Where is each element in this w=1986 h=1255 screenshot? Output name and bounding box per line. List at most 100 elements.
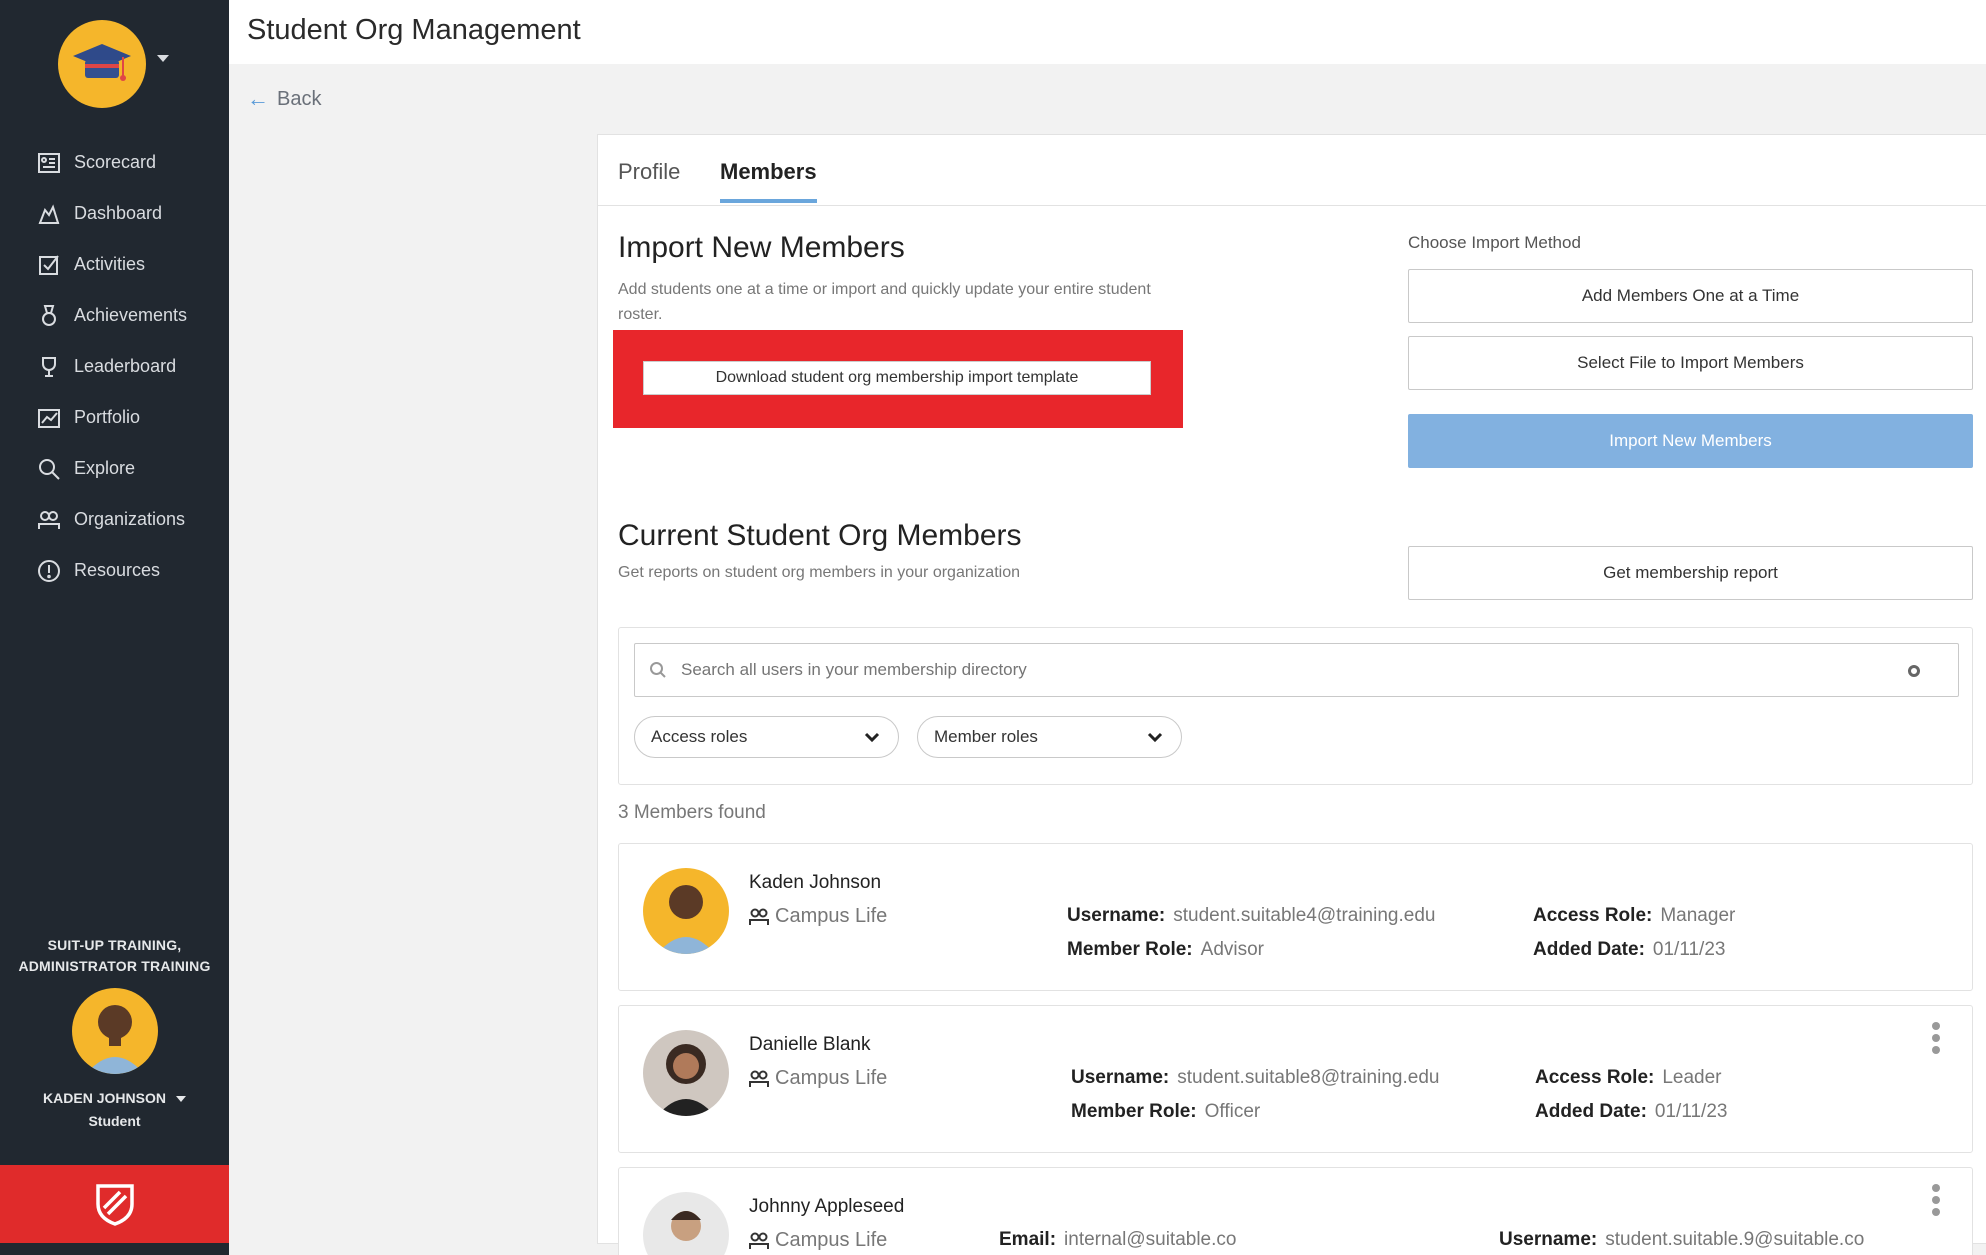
member-org-name: Campus Life bbox=[775, 1067, 888, 1089]
field-value: Manager bbox=[1660, 905, 1736, 926]
search-field[interactable] bbox=[634, 643, 1959, 697]
sidebar-item-label: Portfolio bbox=[74, 407, 141, 427]
scorecard-icon bbox=[36, 150, 62, 176]
sidebar-item-label: Resources bbox=[74, 560, 161, 580]
add-one-button[interactable]: Add Members One at a Time bbox=[1408, 269, 1973, 323]
user-avatar[interactable] bbox=[72, 988, 158, 1074]
member-org-name: Campus Life bbox=[775, 1229, 888, 1251]
select-file-button[interactable]: Select File to Import Members bbox=[1408, 336, 1973, 390]
field-label: Username: bbox=[1499, 1229, 1598, 1250]
import-title: Import New Members bbox=[618, 231, 905, 264]
explore-icon bbox=[36, 456, 62, 482]
back-link[interactable]: ← Back bbox=[247, 86, 321, 112]
sidebar-item-organizations[interactable]: Organizations bbox=[0, 494, 229, 545]
sidebar-item-resources[interactable]: Resources bbox=[0, 545, 229, 596]
member-field: Access Role: Manager bbox=[1533, 905, 1735, 927]
sidebar-item-achievements[interactable]: Achievements bbox=[0, 290, 229, 341]
shield-icon bbox=[95, 1184, 134, 1226]
field-label: Username: bbox=[1067, 905, 1166, 926]
sidebar-item-label: Explore bbox=[74, 458, 136, 478]
field-value: Leader bbox=[1662, 1067, 1722, 1088]
resources-icon bbox=[36, 558, 62, 584]
sidebar-item-activities[interactable]: Activities bbox=[0, 239, 229, 290]
field-label: Added Date: bbox=[1535, 1101, 1647, 1122]
achievements-icon bbox=[36, 303, 62, 329]
graduation-cap-icon bbox=[73, 44, 131, 81]
portfolio-icon bbox=[36, 405, 62, 431]
sidebar-item-label: Scorecard bbox=[74, 152, 157, 172]
member-field: Member Role: Officer bbox=[1071, 1101, 1260, 1123]
field-value: Officer bbox=[1204, 1101, 1261, 1122]
member-card[interactable]: Johnny Appleseed Campus Life Email: inter… bbox=[618, 1167, 1973, 1255]
main-panel: Profile Members Import New Members Add s… bbox=[597, 134, 1986, 1255]
field-value: 01/11/23 bbox=[1654, 1101, 1728, 1122]
group-icon bbox=[749, 908, 769, 925]
current-members-subtitle: Get reports on student org members in yo… bbox=[618, 564, 1020, 581]
sidebar: Scorecard Dashboard Activities Achieveme… bbox=[0, 0, 229, 1255]
user-portrait bbox=[86, 1005, 144, 1074]
sidebar-org: SUIT-UP TRAINING, ADMINISTRATOR TRAINING bbox=[0, 935, 229, 977]
sidebar-footer[interactable] bbox=[0, 1165, 229, 1243]
tab-profile[interactable]: Profile bbox=[618, 159, 680, 199]
search-settings-icon[interactable] bbox=[1908, 665, 1920, 677]
group-icon bbox=[749, 1070, 769, 1087]
members-found-count: 3 Members found bbox=[618, 802, 766, 823]
sidebar-item-leaderboard[interactable]: Leaderboard bbox=[0, 341, 229, 392]
filter-box: Access roles Member roles bbox=[618, 627, 1973, 785]
member-card[interactable]: Danielle Blank Campus Life Username: stud… bbox=[618, 1005, 1973, 1153]
member-field: Username: student.suitable.9@suitable.co bbox=[1499, 1229, 1864, 1251]
sidebar-item-label: Dashboard bbox=[74, 203, 163, 223]
tab-members[interactable]: Members bbox=[720, 159, 817, 203]
member-avatar bbox=[643, 868, 729, 954]
field-value: 01/11/23 bbox=[1652, 939, 1726, 960]
more-options-icon[interactable] bbox=[1932, 1184, 1940, 1220]
user-menu[interactable]: KADEN JOHNSON bbox=[0, 1090, 229, 1106]
member-avatar bbox=[643, 1192, 729, 1255]
app: Scorecard Dashboard Activities Achieveme… bbox=[0, 0, 1986, 1255]
back-label: Back bbox=[277, 87, 322, 110]
field-value: internal@suitable.co bbox=[1064, 1229, 1237, 1250]
current-members-title: Current Student Org Members bbox=[618, 519, 1022, 552]
sidebar-item-label: Achievements bbox=[74, 305, 188, 325]
member-name[interactable]: Danielle Blank bbox=[749, 1034, 870, 1056]
field-label: Added Date: bbox=[1533, 939, 1645, 960]
user-name: KADEN JOHNSON bbox=[43, 1090, 166, 1106]
member-org: Campus Life bbox=[749, 1067, 887, 1090]
search-input[interactable] bbox=[681, 660, 1881, 680]
member-avatar bbox=[643, 1030, 729, 1116]
member-field: Username: student.suitable4@training.edu bbox=[1067, 905, 1435, 927]
choose-import-label: Choose Import Method bbox=[1408, 233, 1581, 252]
logo-caret-icon[interactable] bbox=[157, 55, 169, 62]
member-field: Access Role: Leader bbox=[1535, 1067, 1722, 1089]
page-title: Student Org Management bbox=[247, 14, 581, 46]
field-value: student.suitable.9@suitable.co bbox=[1605, 1229, 1865, 1250]
import-subtitle: Add students one at a time or import and… bbox=[618, 281, 1151, 323]
member-org-name: Campus Life bbox=[775, 905, 888, 927]
user-role: Student bbox=[88, 1113, 141, 1129]
access-roles-dropdown[interactable]: Access roles bbox=[634, 716, 899, 758]
sidebar-item-portfolio[interactable]: Portfolio bbox=[0, 392, 229, 443]
import-members-button[interactable]: Import New Members bbox=[1408, 414, 1973, 468]
member-card[interactable]: Kaden Johnson Campus Life Username: stude… bbox=[618, 843, 1973, 991]
download-template-button[interactable]: Download student org membership import t… bbox=[643, 361, 1151, 395]
field-value: student.suitable8@training.edu bbox=[1177, 1067, 1440, 1088]
field-label: Member Role: bbox=[1071, 1101, 1197, 1122]
member-name[interactable]: Kaden Johnson bbox=[749, 872, 881, 894]
sidebar-org-line1: SUIT-UP TRAINING, bbox=[47, 937, 182, 953]
member-name[interactable]: Johnny Appleseed bbox=[749, 1196, 904, 1218]
leaderboard-icon bbox=[36, 354, 62, 380]
topbar: Student Org Management bbox=[229, 0, 1986, 64]
membership-report-button[interactable]: Get membership report bbox=[1408, 546, 1973, 600]
app-logo[interactable] bbox=[58, 20, 146, 108]
sidebar-item-dashboard[interactable]: Dashboard bbox=[0, 188, 229, 239]
sidebar-item-scorecard[interactable]: Scorecard bbox=[0, 137, 229, 188]
member-roles-dropdown[interactable]: Member roles bbox=[917, 716, 1182, 758]
access-roles-label: Access roles bbox=[651, 727, 748, 746]
more-options-icon[interactable] bbox=[1932, 1022, 1940, 1058]
member-org: Campus Life bbox=[749, 1229, 887, 1252]
field-label: Email: bbox=[999, 1229, 1057, 1250]
field-label: Access Role: bbox=[1533, 905, 1653, 926]
group-icon bbox=[749, 1232, 769, 1249]
chevron-down-icon bbox=[864, 732, 880, 743]
sidebar-item-explore[interactable]: Explore bbox=[0, 443, 229, 494]
